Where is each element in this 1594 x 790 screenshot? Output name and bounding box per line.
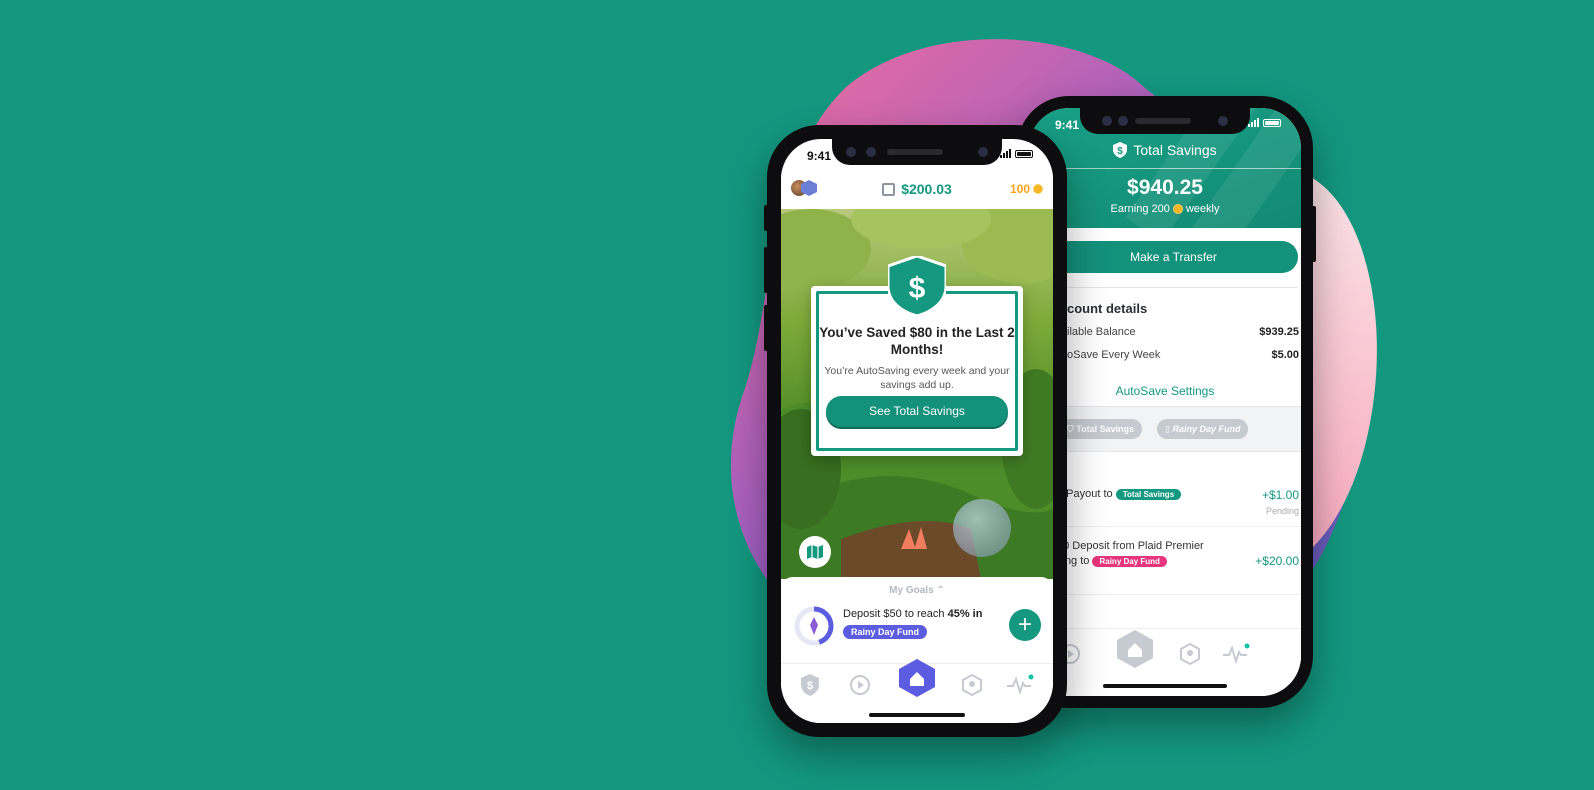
goal-progress-ring bbox=[794, 606, 834, 646]
total-amount: $940.25 bbox=[1127, 176, 1203, 199]
activity-icon[interactable] bbox=[1005, 672, 1035, 698]
available-balance-row: ilable Balance $939.25 bbox=[1067, 326, 1299, 338]
savings-card: $ You’ve Saved $80 in the Last 2 Months!… bbox=[811, 256, 1023, 456]
home-screen: 9:41 $200.03 100 $ You’ve Saved $80 in t… bbox=[781, 139, 1053, 723]
front-phone: 9:41 $200.03 100 $ You’ve Saved $80 in t… bbox=[764, 125, 1067, 737]
map-button[interactable] bbox=[799, 536, 831, 568]
crystal-bubble[interactable] bbox=[953, 499, 1011, 557]
qr-icon[interactable] bbox=[882, 182, 896, 196]
autosave-settings-link[interactable]: AutoSave Settings bbox=[1029, 384, 1301, 398]
account-details-title: count details bbox=[1067, 301, 1148, 316]
header-title: Total Savings bbox=[1133, 142, 1217, 158]
rainy-day-fund-tag[interactable]: Rainy Day Fund bbox=[843, 625, 928, 639]
total-savings-screen: $ Total Savings $940.25 Earning 200 weekl… bbox=[1029, 108, 1301, 696]
coin-icon bbox=[1172, 204, 1183, 214]
svg-text:$: $ bbox=[909, 272, 926, 305]
phone-notch bbox=[1080, 108, 1250, 134]
shield-dollar-icon[interactable]: $ bbox=[797, 672, 823, 698]
status-time: 9:41 bbox=[807, 149, 832, 163]
coins-count: 100 bbox=[1009, 182, 1030, 196]
activity-icon[interactable] bbox=[1221, 641, 1251, 667]
shield-dollar-icon: $ bbox=[888, 256, 946, 316]
home-icon[interactable] bbox=[899, 658, 935, 698]
tab-bar: $ bbox=[781, 659, 1053, 723]
make-transfer-button[interactable]: Make a Transfer bbox=[1049, 241, 1298, 273]
goals-header[interactable]: My Goals bbox=[889, 585, 933, 596]
autosave-row: oSave Every Week $5.00 bbox=[1067, 349, 1299, 361]
chevron-up-icon[interactable]: ⌃ bbox=[936, 585, 944, 596]
chip-total-savings[interactable]: ⛉ Total Savings bbox=[1059, 419, 1143, 439]
profile-icon[interactable] bbox=[959, 672, 985, 698]
tab-bar bbox=[1029, 628, 1301, 696]
rainy-day-fund-tag: Rainy Day Fund bbox=[1092, 555, 1167, 567]
coin-icon bbox=[1033, 184, 1043, 194]
chip-rainy-day-fund[interactable]: ▯ Rainy Day Fund bbox=[1157, 419, 1249, 439]
status-time: 9:41 bbox=[1055, 118, 1080, 132]
goal-text: Deposit $50 to reach 45% in bbox=[843, 608, 983, 620]
play-icon[interactable] bbox=[847, 672, 873, 698]
balance-amount: $200.03 bbox=[901, 181, 952, 197]
plus-icon: + bbox=[1017, 611, 1032, 638]
my-goals-panel: My Goals ⌃ Deposit $50 to reach 45% in R… bbox=[781, 577, 1053, 665]
profile-icon[interactable] bbox=[1177, 641, 1203, 667]
svg-text:$: $ bbox=[807, 680, 813, 692]
home-icon[interactable] bbox=[1117, 629, 1153, 669]
top-bar: $200.03 100 bbox=[781, 171, 1053, 209]
shield-dollar-icon: $ bbox=[1113, 142, 1128, 158]
see-total-savings-button[interactable]: See Total Savings bbox=[826, 396, 1008, 427]
card-title: You’ve Saved $80 in the Last 2 Months! bbox=[819, 325, 1015, 357]
activity-item[interactable]: 0 Payout to Total Savings +$1.00 03 Pend… bbox=[1057, 488, 1299, 516]
activity-item[interactable]: 00 Deposit from Plaid Premier king to Ra… bbox=[1057, 540, 1299, 580]
phone-notch bbox=[832, 139, 1002, 165]
svg-text:$: $ bbox=[1118, 146, 1124, 157]
add-goal-button[interactable]: + bbox=[1009, 609, 1041, 641]
filter-chips: ⛉ Total Savings ▯ Rainy Day Fund bbox=[1029, 406, 1301, 452]
map-icon bbox=[807, 545, 823, 559]
card-body: You’re AutoSaving every week and your sa… bbox=[824, 365, 1010, 391]
total-savings-tag: Total Savings bbox=[1115, 488, 1182, 500]
earning-text: Earning 200 bbox=[1110, 203, 1170, 215]
